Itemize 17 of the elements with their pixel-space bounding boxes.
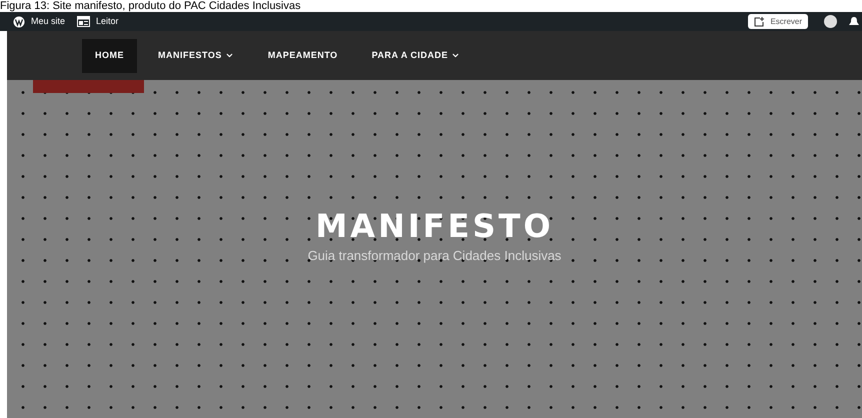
wordpress-logo-icon xyxy=(13,16,25,28)
bell-icon[interactable] xyxy=(849,16,859,28)
chevron-down-icon xyxy=(451,51,460,60)
nav-link[interactable]: MAPEAMENTO xyxy=(254,38,351,72)
admin-bar-link[interactable]: Leitor xyxy=(77,14,119,28)
hero-subtitle: Guia transformador para Cidades Inclusivas xyxy=(308,247,562,266)
new-post-icon xyxy=(754,16,766,26)
nav-link[interactable]: MANIFESTOS xyxy=(145,38,247,72)
figure-caption: Figura 13: Site manifesto, produto do PAC Cidades Inclusivas xyxy=(0,1,301,12)
admin-bar-link[interactable]: Meu site xyxy=(13,14,66,28)
hero-title: MANIFESTO xyxy=(315,210,554,242)
write-button[interactable]: Escrever xyxy=(748,14,808,29)
nav-link[interactable]: HOME xyxy=(82,38,137,72)
chevron-down-icon xyxy=(224,51,234,60)
avatar-icon[interactable] xyxy=(824,15,837,28)
reader-icon xyxy=(77,16,90,27)
nav-link[interactable]: PARA A CIDADE xyxy=(358,38,474,72)
